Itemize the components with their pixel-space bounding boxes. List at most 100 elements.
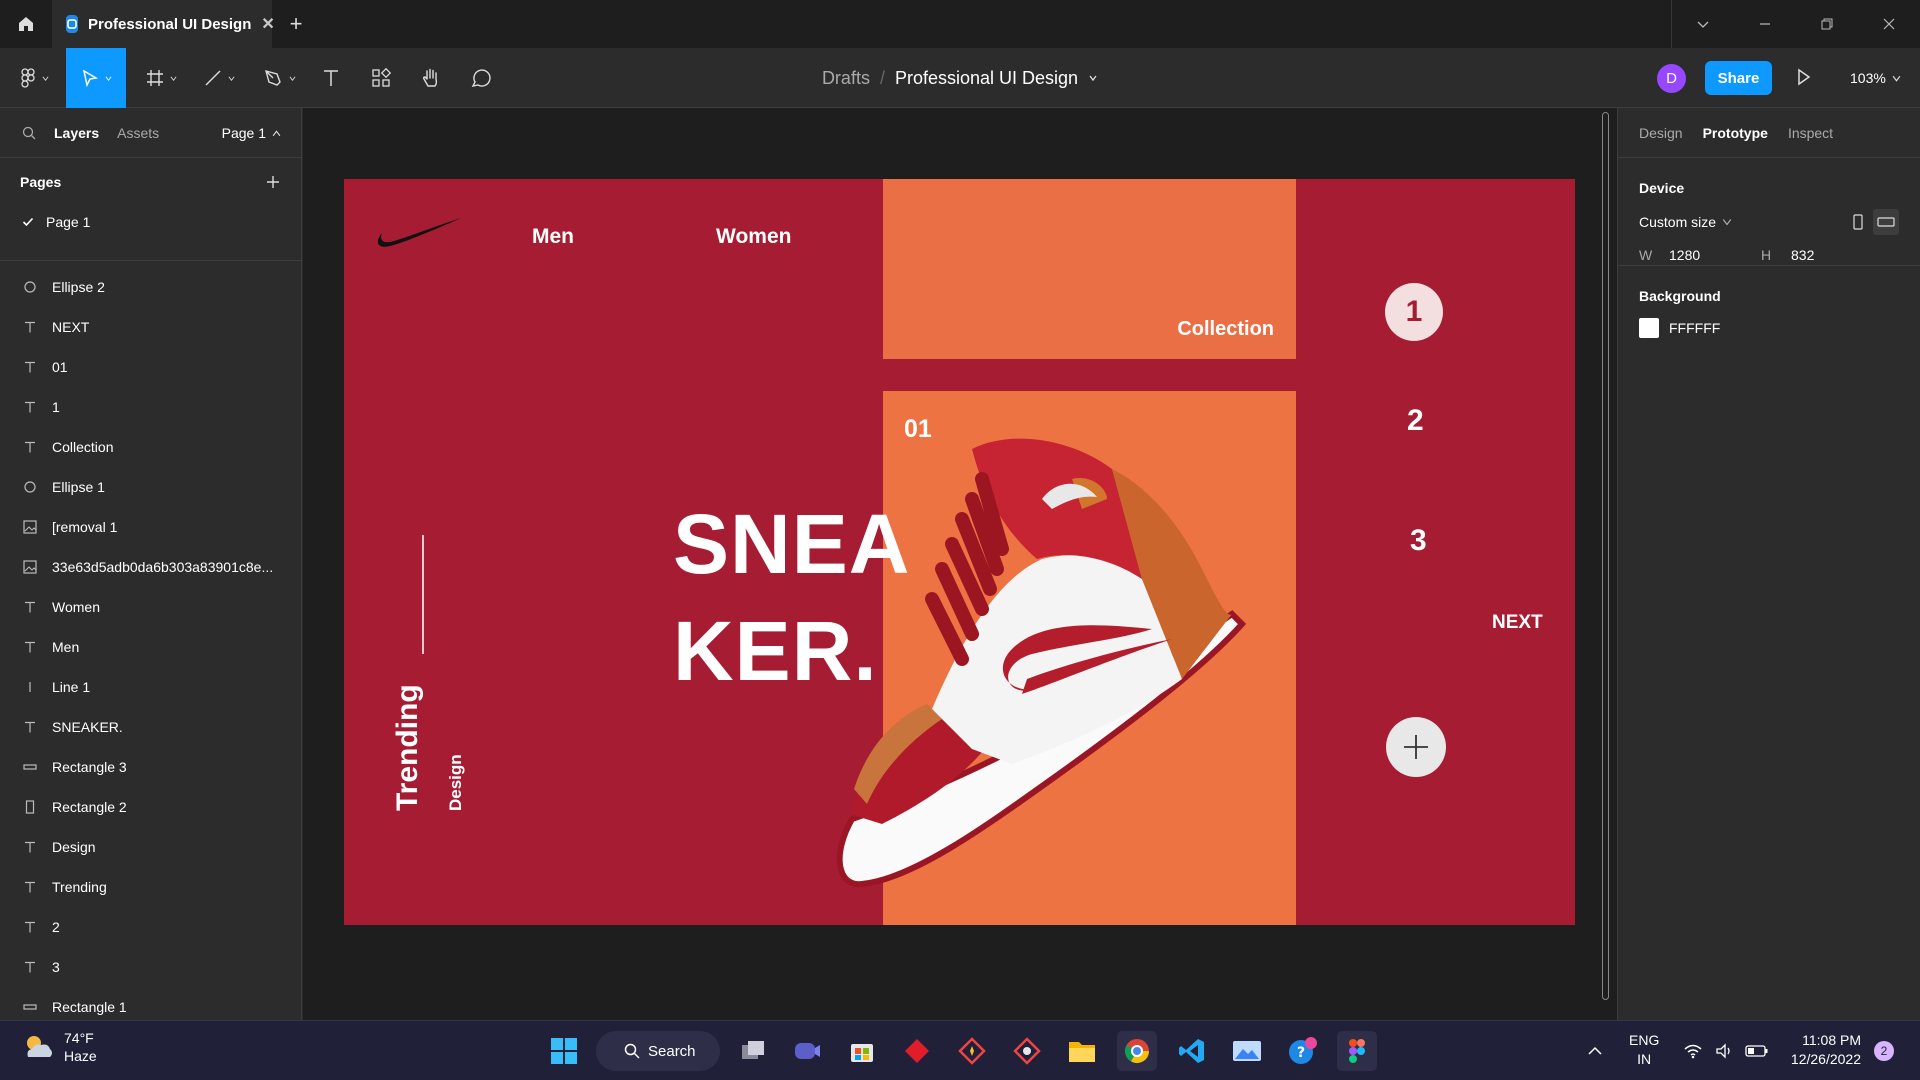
chrome-icon[interactable] bbox=[1117, 1031, 1157, 1071]
search-icon[interactable] bbox=[22, 126, 36, 140]
tab-design[interactable]: Design bbox=[1639, 125, 1683, 141]
avatar[interactable]: D bbox=[1657, 64, 1686, 93]
teams-icon[interactable] bbox=[787, 1031, 827, 1071]
nav-men[interactable]: Men bbox=[532, 225, 574, 249]
layer-row[interactable]: SNEAKER. bbox=[0, 707, 301, 747]
clock[interactable]: 11:08 PM 12/26/2022 bbox=[1783, 1031, 1861, 1069]
minimize-icon[interactable] bbox=[1734, 0, 1796, 48]
design-frame[interactable]: Men Women Collection 01 SNEA KER. Trendi… bbox=[344, 179, 1575, 925]
vertical-scrollbar[interactable] bbox=[1602, 112, 1609, 1000]
show-hidden-icons[interactable] bbox=[1588, 1031, 1602, 1071]
background-value[interactable]: FFFFFF bbox=[1669, 320, 1720, 336]
app-star-icon[interactable] bbox=[952, 1031, 992, 1071]
step-2[interactable]: 2 bbox=[1407, 404, 1424, 438]
layer-row[interactable]: Line 1 bbox=[0, 667, 301, 707]
page-item[interactable]: Page 1 bbox=[0, 206, 301, 238]
layer-row[interactable]: 1 bbox=[0, 387, 301, 427]
height-field[interactable]: 832 bbox=[1791, 247, 1814, 263]
layer-row[interactable]: 3 bbox=[0, 947, 301, 987]
canvas[interactable]: Men Women Collection 01 SNEA KER. Trendi… bbox=[303, 108, 1617, 1020]
layer-row[interactable]: Trending bbox=[0, 867, 301, 907]
share-button[interactable]: Share bbox=[1705, 61, 1772, 95]
restore-icon[interactable] bbox=[1796, 0, 1858, 48]
layer-row[interactable]: NEXT bbox=[0, 307, 301, 347]
tab-assets[interactable]: Assets bbox=[117, 125, 159, 141]
file-tab[interactable]: Professional UI Design ✕ bbox=[52, 0, 275, 48]
layer-row[interactable]: 33e63d5adb0da6b303a83901c8e... bbox=[0, 547, 301, 587]
toolbar: Drafts / Professional UI Design D Share … bbox=[0, 48, 1920, 108]
figma-logo-icon bbox=[20, 68, 35, 88]
sneaker-image bbox=[836, 438, 1247, 888]
figma-app-icon[interactable] bbox=[1337, 1031, 1377, 1071]
close-window-icon[interactable] bbox=[1858, 0, 1920, 48]
main-menu-button[interactable] bbox=[12, 48, 56, 108]
breadcrumb-drafts[interactable]: Drafts bbox=[822, 68, 870, 89]
portrait-icon[interactable] bbox=[1853, 214, 1863, 230]
width-field[interactable]: 1280 bbox=[1669, 247, 1761, 263]
zoom-control[interactable]: 103% bbox=[1850, 48, 1901, 108]
tab-layers[interactable]: Layers bbox=[54, 125, 99, 141]
weather-widget[interactable]: 74°F Haze bbox=[20, 1029, 97, 1065]
nav-women[interactable]: Women bbox=[716, 225, 791, 249]
next-label[interactable]: NEXT bbox=[1492, 612, 1543, 634]
layer-row[interactable]: Men bbox=[0, 627, 301, 667]
language-indicator[interactable]: ENG IN bbox=[1629, 1031, 1659, 1069]
store-icon[interactable] bbox=[842, 1031, 882, 1071]
device-size-select[interactable]: Custom size bbox=[1639, 214, 1716, 230]
breadcrumb-separator: / bbox=[879, 67, 885, 88]
svg-text:?: ? bbox=[1297, 1045, 1305, 1061]
move-tool-button[interactable] bbox=[66, 48, 126, 108]
landscape-button[interactable] bbox=[1873, 209, 1899, 235]
background-row[interactable]: FFFFFF bbox=[1639, 308, 1899, 348]
step-1-circle[interactable]: 1 bbox=[1385, 283, 1443, 341]
tab-prototype[interactable]: Prototype bbox=[1703, 125, 1768, 141]
vscode-icon[interactable] bbox=[1172, 1031, 1212, 1071]
text-icon bbox=[22, 599, 38, 615]
new-tab-button[interactable]: + bbox=[272, 0, 320, 48]
file-name[interactable]: Professional UI Design bbox=[895, 68, 1078, 89]
layer-row[interactable]: 2 bbox=[0, 907, 301, 947]
layer-row[interactable]: Rectangle 2 bbox=[0, 787, 301, 827]
frame-tool-button[interactable] bbox=[138, 48, 184, 108]
layer-row[interactable]: 01 bbox=[0, 347, 301, 387]
home-icon[interactable] bbox=[0, 0, 52, 48]
app-target-icon[interactable] bbox=[1007, 1031, 1047, 1071]
page-selector[interactable]: Page 1 bbox=[222, 125, 281, 141]
chevron-down-icon[interactable] bbox=[1672, 0, 1734, 48]
photos-icon[interactable] bbox=[1227, 1031, 1267, 1071]
taskbar-search[interactable]: Search bbox=[596, 1031, 720, 1071]
resources-button[interactable] bbox=[366, 48, 396, 108]
present-button[interactable] bbox=[1796, 66, 1812, 93]
layer-row[interactable]: Collection bbox=[0, 427, 301, 467]
chevron-down-icon[interactable] bbox=[1088, 73, 1098, 83]
line-tool-button[interactable] bbox=[196, 48, 242, 108]
comment-tool-button[interactable] bbox=[466, 48, 496, 108]
background-swatch[interactable] bbox=[1639, 318, 1659, 338]
layer-name: NEXT bbox=[52, 319, 90, 335]
tab-inspect[interactable]: Inspect bbox=[1788, 125, 1833, 141]
app-red-diamond-icon[interactable] bbox=[897, 1031, 937, 1071]
add-page-icon[interactable] bbox=[265, 174, 281, 190]
task-view-icon[interactable] bbox=[733, 1031, 773, 1071]
collection-card[interactable]: Collection bbox=[883, 179, 1296, 359]
help-app-icon[interactable]: ? bbox=[1282, 1031, 1322, 1071]
hand-tool-button[interactable] bbox=[416, 48, 446, 108]
layer-row[interactable]: Design bbox=[0, 827, 301, 867]
layer-row[interactable]: Women bbox=[0, 587, 301, 627]
layer-row[interactable]: [removal 1 bbox=[0, 507, 301, 547]
layer-row[interactable]: Ellipse 1 bbox=[0, 467, 301, 507]
pen-tool-button[interactable] bbox=[256, 48, 302, 108]
text-icon bbox=[22, 399, 38, 415]
add-button[interactable] bbox=[1386, 717, 1446, 777]
notification-badge[interactable]: 2 bbox=[1874, 1041, 1894, 1061]
layer-row[interactable]: Rectangle 3 bbox=[0, 747, 301, 787]
text-tool-button[interactable] bbox=[316, 48, 346, 108]
layer-row[interactable]: Ellipse 2 bbox=[0, 267, 301, 307]
chevron-down-icon[interactable] bbox=[1722, 217, 1732, 227]
system-tray[interactable] bbox=[1683, 1031, 1769, 1071]
file-explorer-icon[interactable] bbox=[1062, 1031, 1102, 1071]
dimensions-row: W 1280 H 832 bbox=[1639, 242, 1899, 268]
step-3[interactable]: 3 bbox=[1410, 524, 1427, 558]
layer-name: Trending bbox=[52, 879, 107, 895]
start-button[interactable] bbox=[544, 1031, 584, 1071]
